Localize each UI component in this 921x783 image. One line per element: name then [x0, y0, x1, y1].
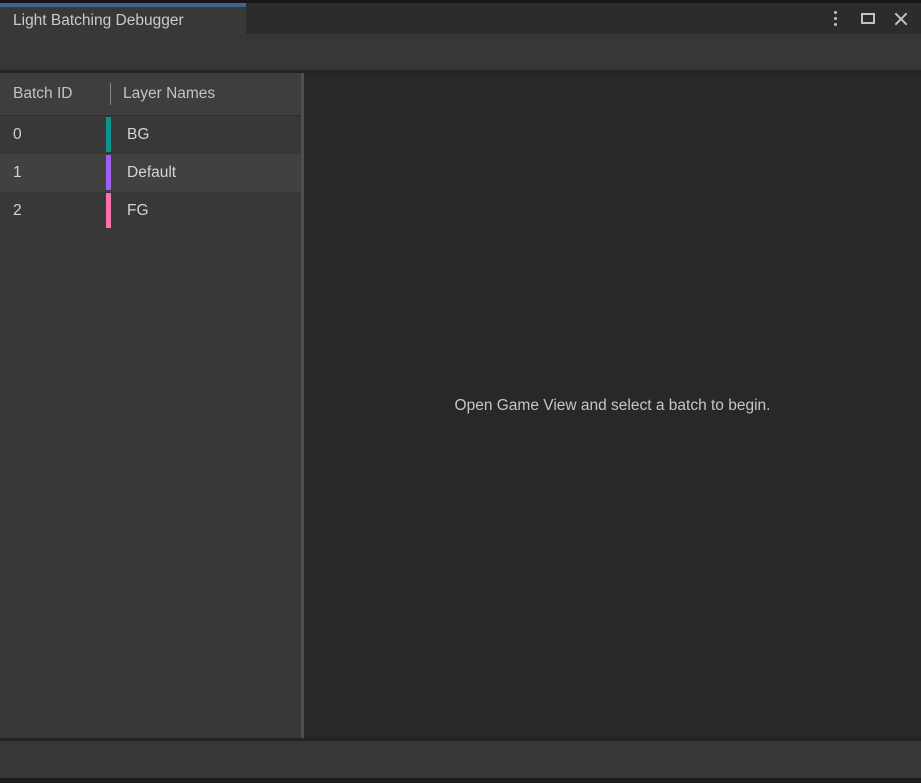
layer-name-cell: Default	[111, 164, 176, 182]
batch-row-1[interactable]: 1 Default	[0, 154, 301, 192]
batch-color-bar	[106, 155, 111, 190]
kebab-menu-dots	[834, 11, 837, 26]
layer-name-cell: FG	[111, 202, 149, 220]
status-bar	[0, 738, 921, 778]
close-glyph	[894, 12, 908, 26]
batch-id-cell: 2	[0, 202, 106, 220]
tab-light-batching-debugger[interactable]: Light Batching Debugger	[0, 3, 246, 34]
maximize-glyph	[861, 13, 875, 24]
batch-detail-panel: Open Game View and select a batch to beg…	[304, 73, 921, 738]
window-bottom-edge	[0, 778, 921, 783]
maximize-icon[interactable]	[859, 9, 877, 29]
column-header-layer-names: Layer Names	[111, 85, 215, 103]
batch-id-cell: 0	[0, 126, 106, 144]
batch-id-cell: 1	[0, 164, 106, 182]
toolbar	[0, 34, 921, 73]
tab-title: Light Batching Debugger	[13, 12, 184, 30]
empty-state-message: Open Game View and select a batch to beg…	[455, 397, 771, 415]
batch-list-panel: Batch ID Layer Names 0 BG 1 Default 2 FG	[0, 73, 301, 738]
batch-row-2[interactable]: 2 FG	[0, 192, 301, 230]
window-controls	[826, 3, 921, 34]
close-icon[interactable]	[892, 9, 910, 29]
column-header-batch-id: Batch ID	[0, 85, 110, 103]
light-batching-debugger-window: Light Batching Debugger Batch ID Layer N…	[0, 0, 921, 783]
batch-row-0[interactable]: 0 BG	[0, 116, 301, 154]
batch-color-bar	[106, 117, 111, 152]
batch-table-header: Batch ID Layer Names	[0, 73, 301, 116]
kebab-menu-icon[interactable]	[826, 9, 844, 29]
content-area: Batch ID Layer Names 0 BG 1 Default 2 FG	[0, 73, 921, 738]
tab-bar-spacer	[246, 3, 826, 34]
layer-name-cell: BG	[111, 126, 149, 144]
batch-color-bar	[106, 193, 111, 228]
tab-bar: Light Batching Debugger	[0, 3, 921, 34]
